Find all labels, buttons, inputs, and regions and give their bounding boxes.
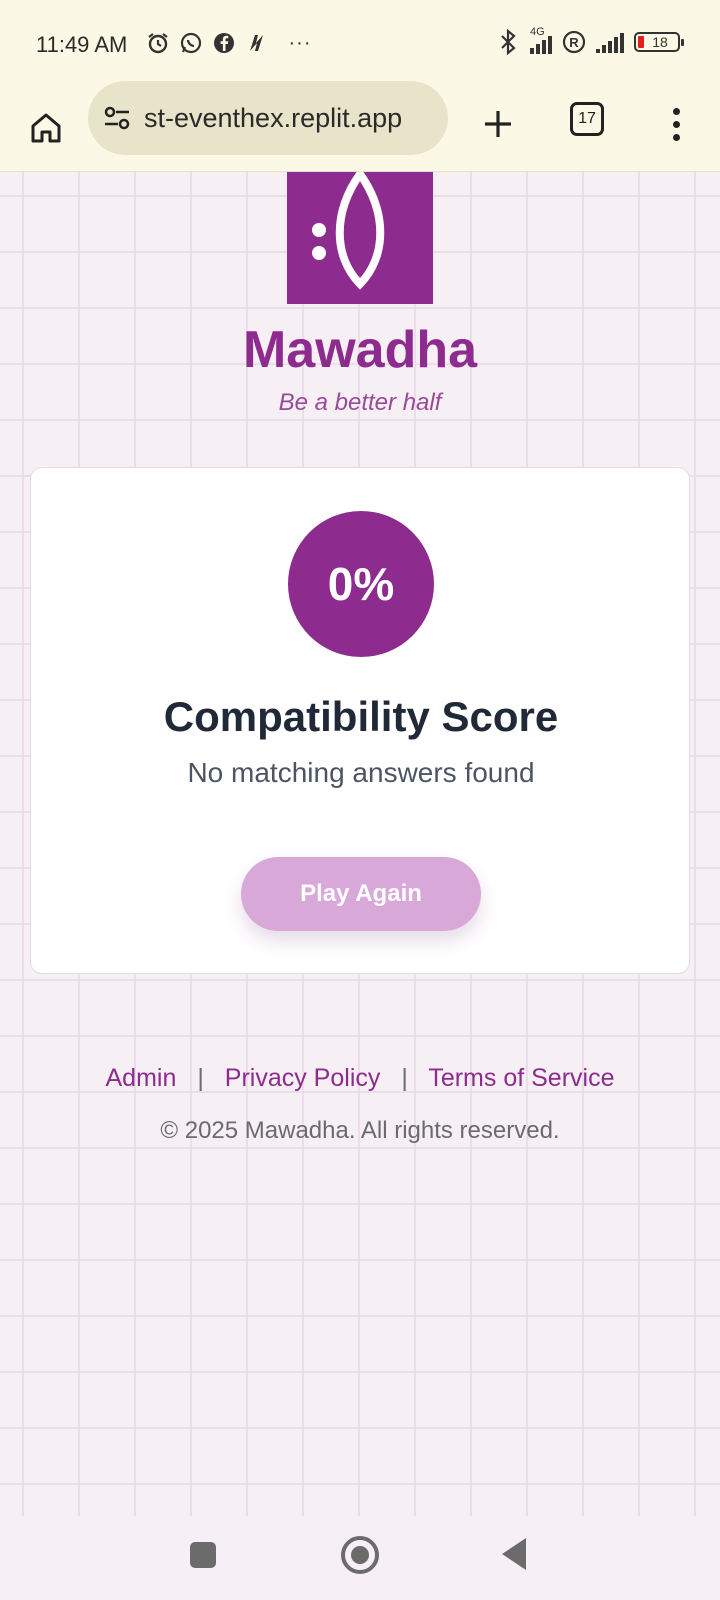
signal-icon: 4G [530, 26, 552, 54]
brand-title: Mawadha [242, 321, 478, 379]
app-logo [287, 167, 433, 304]
result-title: Compatibility Score [163, 693, 559, 740]
footer-separator: | [197, 1064, 204, 1092]
footer-separator: | [401, 1064, 408, 1092]
signal-2-icon [596, 31, 624, 53]
battery-icon: 18 [634, 32, 684, 52]
home-nav-button[interactable] [341, 1536, 379, 1574]
privacy-policy-link[interactable]: Privacy Policy [225, 1064, 381, 1092]
status-bar: 11:49 AM ··· 4G R 18 [0, 0, 720, 86]
system-icons: 4G R 18 [496, 26, 684, 55]
battery-level: 18 [652, 34, 668, 50]
more-notifications: ··· [288, 31, 312, 54]
score-badge: 0% [288, 511, 434, 657]
recents-button[interactable] [190, 1542, 216, 1568]
svg-text:R: R [569, 35, 579, 50]
result-card: 0% Compatibility Score No matching answe… [30, 467, 690, 974]
admin-link[interactable]: Admin [106, 1064, 177, 1092]
home-button[interactable] [22, 104, 70, 152]
plus-icon [485, 111, 511, 137]
new-tab-button[interactable] [474, 100, 522, 148]
system-nav-bar [0, 1516, 720, 1600]
back-button[interactable] [502, 1538, 526, 1570]
url-text[interactable]: st-eventhex.replit.app [144, 103, 438, 134]
browser-toolbar: st-eventhex.replit.app 17 [0, 81, 720, 172]
result-subtitle: No matching answers found [187, 757, 535, 788]
home-icon [31, 113, 61, 143]
roaming-icon: R [562, 30, 586, 54]
terms-of-service-link[interactable]: Terms of Service [428, 1064, 614, 1092]
notification-icons: ··· [146, 31, 312, 55]
more-menu-icon[interactable] [656, 100, 696, 148]
alarm-icon [146, 31, 170, 55]
bluetooth-icon [496, 29, 520, 55]
n-app-icon [245, 31, 269, 55]
footer-links: Admin | Privacy Policy | Terms of Servic… [0, 1064, 720, 1093]
status-time: 11:49 AM [36, 32, 128, 57]
copyright-text: © 2025 Mawadha. All rights reserved. [160, 1117, 560, 1144]
tab-switcher-button[interactable]: 17 [570, 102, 604, 136]
whatsapp-icon [179, 31, 203, 55]
network-type: 4G [530, 26, 545, 38]
site-settings-icon[interactable] [102, 103, 132, 133]
address-bar[interactable]: st-eventhex.replit.app [88, 81, 448, 155]
brand-tagline: Be a better half [278, 389, 442, 416]
facebook-icon [212, 31, 236, 55]
play-again-button[interactable]: Play Again [241, 857, 481, 931]
